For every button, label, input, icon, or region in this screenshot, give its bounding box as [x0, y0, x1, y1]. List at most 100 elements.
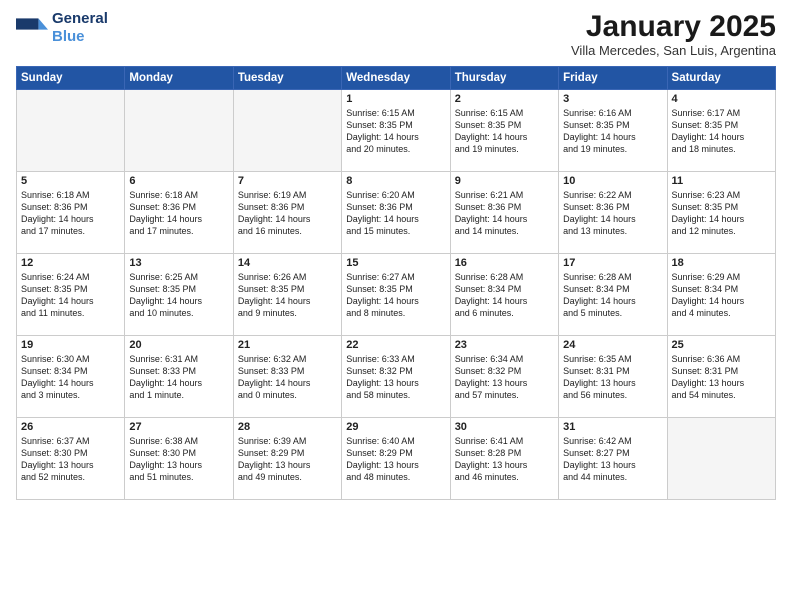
logo-icon [16, 12, 48, 44]
table-row: 7Sunrise: 6:19 AM Sunset: 8:36 PM Daylig… [233, 172, 341, 254]
cell-info: Sunrise: 6:22 AM Sunset: 8:36 PM Dayligh… [563, 189, 662, 238]
cell-info: Sunrise: 6:36 AM Sunset: 8:31 PM Dayligh… [672, 353, 771, 402]
day-number: 16 [455, 257, 554, 269]
table-row: 10 Sunrise: 6:22 AM Sunset: 8:36 PM Dayli… [559, 172, 667, 254]
table-row: 18Sunrise: 6:29 AM Sunset: 8:34 PM Dayli… [667, 254, 775, 336]
table-row: 27 Sunrise: 6:38 AM Sunset: 8:30 PM Dayli… [125, 418, 233, 500]
cell-info: Sunrise: 6:17 AM Sunset: 8:35 PM Dayligh… [672, 107, 771, 156]
day-number: 5 [21, 175, 120, 187]
day-number: 24 [563, 339, 662, 351]
col-friday: Friday [559, 67, 667, 90]
day-number: 27 [129, 421, 228, 433]
table-row: 14 Sunrise: 6:26 AM Sunset: 8:35 PM Dayli… [233, 254, 341, 336]
day-number: 30 [455, 421, 554, 433]
table-row: 19Sunrise: 6:30 AM Sunset: 8:34 PM Dayli… [17, 336, 125, 418]
day-number: 31 [563, 421, 662, 433]
cell-info: Sunrise: 6:23 AM Sunset: 8:35 PM Dayligh… [672, 189, 771, 238]
table-row [125, 90, 233, 172]
day-number: 22 [346, 339, 445, 351]
col-sunday: Sunday [17, 67, 125, 90]
day-number: 28 [238, 421, 337, 433]
cell-info: Sunrise: 6:31 AM Sunset: 8:33 PM Dayligh… [129, 353, 228, 402]
table-row: 20 Sunrise: 6:31 AM Sunset: 8:33 PM Dayli… [125, 336, 233, 418]
col-monday: Monday [125, 67, 233, 90]
day-number: 25 [672, 339, 771, 351]
day-number: 4 [672, 93, 771, 105]
day-number: 17 [563, 257, 662, 269]
table-row [17, 90, 125, 172]
table-row: 24 Sunrise: 6:35 AM Sunset: 8:31 PM Dayli… [559, 336, 667, 418]
table-row: 13Sunrise: 6:25 AM Sunset: 8:35 PM Dayli… [125, 254, 233, 336]
calendar-week-row: 5 Sunrise: 6:18 AM Sunset: 8:36 PM Daylig… [17, 172, 776, 254]
day-number: 2 [455, 93, 554, 105]
cell-info: Sunrise: 6:35 AM Sunset: 8:31 PM Dayligh… [563, 353, 662, 402]
cell-info: Sunrise: 6:34 AM Sunset: 8:32 PM Dayligh… [455, 353, 554, 402]
calendar-week-row: 19Sunrise: 6:30 AM Sunset: 8:34 PM Dayli… [17, 336, 776, 418]
cell-info: Sunrise: 6:32 AM Sunset: 8:33 PM Dayligh… [238, 353, 337, 402]
cell-info: Sunrise: 6:28 AM Sunset: 8:34 PM Dayligh… [455, 271, 554, 320]
cell-info: Sunrise: 6:25 AM Sunset: 8:35 PM Dayligh… [129, 271, 228, 320]
day-number: 6 [129, 175, 228, 187]
day-number: 23 [455, 339, 554, 351]
col-saturday: Saturday [667, 67, 775, 90]
day-number: 10 [563, 175, 662, 187]
col-tuesday: Tuesday [233, 67, 341, 90]
day-number: 1 [346, 93, 445, 105]
title-block: January 2025 Villa Mercedes, San Luis, A… [571, 10, 776, 58]
cell-info: Sunrise: 6:30 AM Sunset: 8:34 PM Dayligh… [21, 353, 120, 402]
cell-info: Sunrise: 6:21 AM Sunset: 8:36 PM Dayligh… [455, 189, 554, 238]
table-row [233, 90, 341, 172]
cell-info: Sunrise: 6:38 AM Sunset: 8:30 PM Dayligh… [129, 435, 228, 484]
table-row: 23 Sunrise: 6:34 AM Sunset: 8:32 PM Dayli… [450, 336, 558, 418]
calendar-table: Sunday Monday Tuesday Wednesday Thursday… [16, 66, 776, 500]
cell-info: Sunrise: 6:41 AM Sunset: 8:28 PM Dayligh… [455, 435, 554, 484]
cell-info: Sunrise: 6:18 AM Sunset: 8:36 PM Dayligh… [129, 189, 228, 238]
table-row [667, 418, 775, 500]
cell-info: Sunrise: 6:27 AM Sunset: 8:35 PM Dayligh… [346, 271, 445, 320]
cell-info: Sunrise: 6:40 AM Sunset: 8:29 PM Dayligh… [346, 435, 445, 484]
table-row: 15 Sunrise: 6:27 AM Sunset: 8:35 PM Dayli… [342, 254, 450, 336]
day-number: 20 [129, 339, 228, 351]
cell-info: Sunrise: 6:42 AM Sunset: 8:27 PM Dayligh… [563, 435, 662, 484]
header: General Blue January 2025 Villa Mercedes… [16, 10, 776, 58]
day-number: 15 [346, 257, 445, 269]
cell-info: Sunrise: 6:16 AM Sunset: 8:35 PM Dayligh… [563, 107, 662, 156]
calendar-header-row: Sunday Monday Tuesday Wednesday Thursday… [17, 67, 776, 90]
cell-info: Sunrise: 6:29 AM Sunset: 8:34 PM Dayligh… [672, 271, 771, 320]
table-row: 28 Sunrise: 6:39 AM Sunset: 8:29 PM Dayli… [233, 418, 341, 500]
cell-info: Sunrise: 6:28 AM Sunset: 8:34 PM Dayligh… [563, 271, 662, 320]
table-row: 29Sunrise: 6:40 AM Sunset: 8:29 PM Dayli… [342, 418, 450, 500]
table-row: 21Sunrise: 6:32 AM Sunset: 8:33 PM Dayli… [233, 336, 341, 418]
table-row: 4 Sunrise: 6:17 AM Sunset: 8:35 PM Daylig… [667, 90, 775, 172]
table-row: 22 Sunrise: 6:33 AM Sunset: 8:32 PM Dayli… [342, 336, 450, 418]
logo: General Blue [16, 10, 108, 46]
logo-text: General Blue [52, 10, 108, 46]
day-number: 3 [563, 93, 662, 105]
calendar-week-row: 26 Sunrise: 6:37 AM Sunset: 8:30 PM Dayli… [17, 418, 776, 500]
table-row: 1Sunrise: 6:15 AM Sunset: 8:35 PM Daylig… [342, 90, 450, 172]
table-row: 2Sunrise: 6:15 AM Sunset: 8:35 PM Daylig… [450, 90, 558, 172]
col-wednesday: Wednesday [342, 67, 450, 90]
day-number: 9 [455, 175, 554, 187]
table-row: 9 Sunrise: 6:21 AM Sunset: 8:36 PM Daylig… [450, 172, 558, 254]
cell-info: Sunrise: 6:26 AM Sunset: 8:35 PM Dayligh… [238, 271, 337, 320]
cell-info: Sunrise: 6:19 AM Sunset: 8:36 PM Dayligh… [238, 189, 337, 238]
cell-info: Sunrise: 6:33 AM Sunset: 8:32 PM Dayligh… [346, 353, 445, 402]
day-number: 26 [21, 421, 120, 433]
subtitle: Villa Mercedes, San Luis, Argentina [571, 43, 776, 58]
table-row: 26 Sunrise: 6:37 AM Sunset: 8:30 PM Dayli… [17, 418, 125, 500]
table-row: 25 Sunrise: 6:36 AM Sunset: 8:31 PM Dayli… [667, 336, 775, 418]
cell-info: Sunrise: 6:39 AM Sunset: 8:29 PM Dayligh… [238, 435, 337, 484]
table-row: 8Sunrise: 6:20 AM Sunset: 8:36 PM Daylig… [342, 172, 450, 254]
day-number: 14 [238, 257, 337, 269]
table-row: 31 Sunrise: 6:42 AM Sunset: 8:27 PM Dayli… [559, 418, 667, 500]
cell-info: Sunrise: 6:24 AM Sunset: 8:35 PM Dayligh… [21, 271, 120, 320]
cell-info: Sunrise: 6:18 AM Sunset: 8:36 PM Dayligh… [21, 189, 120, 238]
table-row: 5 Sunrise: 6:18 AM Sunset: 8:36 PM Daylig… [17, 172, 125, 254]
table-row: 16 Sunrise: 6:28 AM Sunset: 8:34 PM Dayli… [450, 254, 558, 336]
day-number: 11 [672, 175, 771, 187]
cell-info: Sunrise: 6:37 AM Sunset: 8:30 PM Dayligh… [21, 435, 120, 484]
month-title: January 2025 [571, 10, 776, 43]
cell-info: Sunrise: 6:20 AM Sunset: 8:36 PM Dayligh… [346, 189, 445, 238]
calendar-week-row: 1Sunrise: 6:15 AM Sunset: 8:35 PM Daylig… [17, 90, 776, 172]
